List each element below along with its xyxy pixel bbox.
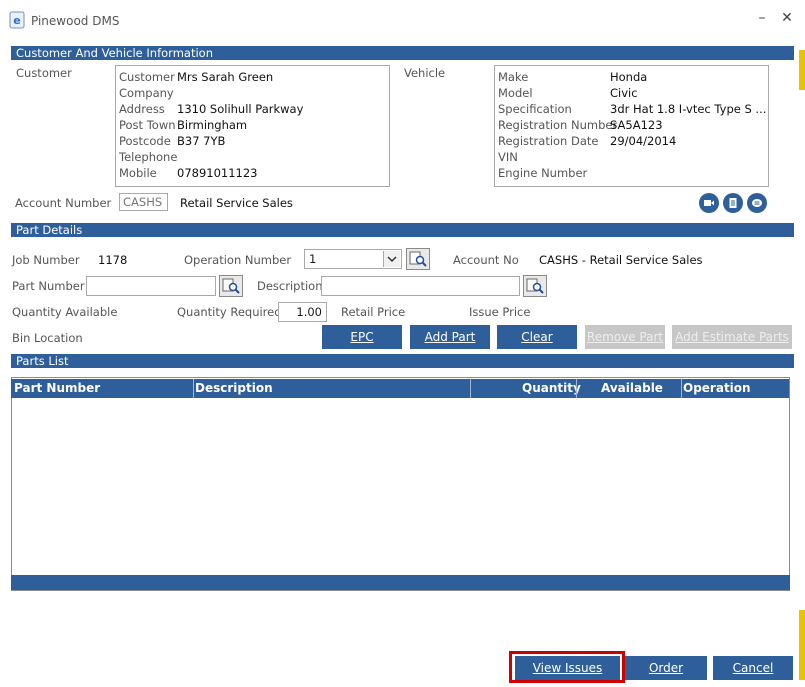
retail-price-label: Retail Price <box>341 305 406 319</box>
document-icon[interactable] <box>723 193 743 213</box>
column-header-available[interactable]: Available <box>601 381 663 395</box>
issue-price-label: Issue Price <box>469 305 531 319</box>
column-divider <box>470 379 471 398</box>
svg-text:e: e <box>13 14 20 27</box>
operation-lookup-search-icon[interactable] <box>406 248 430 270</box>
parts-list-header: Part Number Description Quantity Availab… <box>11 379 789 398</box>
description-label: Description <box>257 279 323 293</box>
postcode-field-label: Postcode <box>119 134 171 148</box>
customer-field-label: Customer <box>119 70 175 84</box>
post-town-field-label: Post Town <box>119 118 176 132</box>
section-header-parts-list: Parts List <box>11 354 794 368</box>
address-field-label: Address <box>119 102 165 116</box>
operation-number-value: 1 <box>309 252 317 266</box>
video-icon[interactable] <box>699 193 719 213</box>
minimize-button[interactable]: – <box>752 10 772 26</box>
job-number-label: Job Number <box>12 253 80 267</box>
column-header-description[interactable]: Description <box>195 381 273 395</box>
postcode-value: B37 7YB <box>177 134 226 148</box>
telephone-field-label: Telephone <box>119 150 178 164</box>
window-title: Pinewood DMS <box>31 14 120 28</box>
operation-number-label: Operation Number <box>184 253 292 267</box>
app-icon: e <box>9 11 25 29</box>
make-field-label: Make <box>498 70 529 84</box>
description-input[interactable] <box>321 276 520 296</box>
column-header-part-number[interactable]: Part Number <box>14 381 100 395</box>
specification-value: 3dr Hat 1.8 I-vtec Type S ... <box>610 102 767 116</box>
customer-group-label: Customer <box>16 66 72 80</box>
column-divider <box>193 379 194 398</box>
remove-part-button[interactable]: Remove Part <box>585 325 665 349</box>
account-number-field: CASHS <box>119 193 168 211</box>
description-lookup-search-icon[interactable] <box>523 275 547 297</box>
part-number-lookup-search-icon[interactable] <box>219 275 243 297</box>
operation-number-select[interactable]: 1 <box>304 249 402 269</box>
background-app-strip <box>799 610 805 680</box>
column-divider <box>681 379 682 398</box>
vehicle-group-label: Vehicle <box>404 66 446 80</box>
title-bar: e Pinewood DMS – ✕ <box>0 0 805 42</box>
vehicle-info-box: Make Honda Model Civic Specification 3dr… <box>494 65 769 187</box>
make-value: Honda <box>610 70 648 84</box>
add-part-button[interactable]: Add Part <box>410 325 490 349</box>
registration-date-value: 29/04/2014 <box>610 134 677 148</box>
address-value: 1310 Solihull Parkway <box>177 102 304 116</box>
quantity-available-label: Quantity Available <box>12 305 118 319</box>
registration-date-field-label: Registration Date <box>498 134 599 148</box>
bin-location-label: Bin Location <box>12 331 83 345</box>
job-number-value: 1178 <box>98 253 128 267</box>
section-header-customer-vehicle: Customer And Vehicle Information <box>11 46 794 60</box>
quantity-required-input[interactable]: 1.00 <box>278 302 327 322</box>
order-button[interactable]: Order <box>625 656 707 680</box>
specification-field-label: Specification <box>498 102 572 116</box>
registration-number-field-label: Registration Number <box>498 118 618 132</box>
view-issues-button[interactable]: View Issues <box>515 656 620 680</box>
part-number-label: Part Number <box>12 279 85 293</box>
registration-number-value: SA5A123 <box>610 118 663 132</box>
part-number-input[interactable] <box>86 276 216 296</box>
mobile-field-label: Mobile <box>119 166 157 180</box>
model-value: Civic <box>610 86 638 100</box>
epc-button[interactable]: EPC <box>322 325 402 349</box>
pinewood-dms-dialog: e Pinewood DMS – ✕ Customer And Vehicle … <box>0 0 805 687</box>
chat-icon[interactable] <box>747 193 767 213</box>
parts-list-footer-bar <box>11 575 790 590</box>
account-name-value: Retail Service Sales <box>180 196 293 210</box>
mobile-value: 07891011123 <box>177 166 258 180</box>
parts-list-grid[interactable] <box>11 377 790 591</box>
account-number-label: Account Number <box>15 196 112 210</box>
add-estimate-parts-button[interactable]: Add Estimate Parts <box>672 325 792 349</box>
section-header-part-details: Part Details <box>11 223 794 237</box>
cancel-button[interactable]: Cancel <box>713 656 793 680</box>
column-header-quantity[interactable]: Quantity <box>522 381 581 395</box>
chevron-down-icon[interactable] <box>383 251 400 267</box>
clear-button[interactable]: Clear <box>497 325 577 349</box>
model-field-label: Model <box>498 86 533 100</box>
account-no-label: Account No <box>453 253 519 267</box>
column-header-operation[interactable]: Operation <box>683 381 751 395</box>
vin-field-label: VIN <box>498 150 518 164</box>
quantity-required-label: Quantity Required <box>177 305 282 319</box>
company-field-label: Company <box>119 86 174 100</box>
close-button[interactable]: ✕ <box>777 10 797 26</box>
background-app-strip <box>799 50 805 90</box>
customer-info-box: Customer Mrs Sarah Green Company Address… <box>115 65 390 187</box>
column-divider <box>576 379 577 398</box>
post-town-value: Birmingham <box>177 118 248 132</box>
engine-number-field-label: Engine Number <box>498 166 588 180</box>
customer-name-value: Mrs Sarah Green <box>177 70 274 84</box>
account-no-value: CASHS - Retail Service Sales <box>539 253 703 267</box>
